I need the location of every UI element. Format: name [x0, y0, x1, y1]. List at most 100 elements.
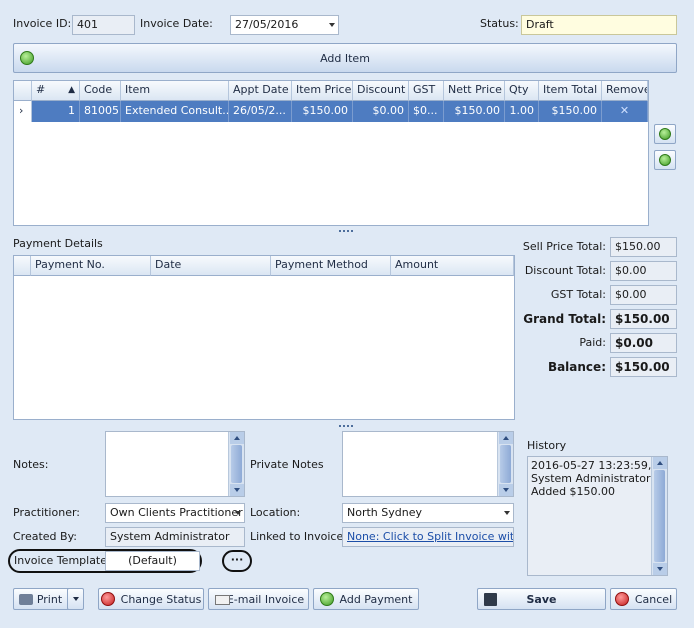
- column-header-gst[interactable]: GST: [409, 81, 444, 101]
- balance-value: $150.00: [610, 357, 677, 377]
- payment-grid[interactable]: Payment No. Date Payment Method Amount: [13, 255, 515, 420]
- add-payment-button[interactable]: Add Payment: [313, 588, 419, 610]
- invoice-date-value: 27/05/2016: [235, 18, 299, 31]
- cancel-label: Cancel: [634, 592, 673, 606]
- cell-gst: $0...: [409, 101, 444, 122]
- items-grid[interactable]: # ▲ Code Item Appt Date Item Price Disco…: [13, 80, 649, 226]
- scroll-up-icon[interactable]: [499, 432, 513, 444]
- status-icon: [100, 592, 115, 606]
- splitter-bottom[interactable]: [12, 424, 679, 428]
- chevron-down-icon[interactable]: [329, 23, 335, 27]
- invoice-template-label: Invoice Template:: [14, 554, 111, 567]
- change-status-label: Change Status: [120, 592, 202, 606]
- chevron-down-icon[interactable]: [235, 511, 241, 515]
- save-button[interactable]: Save: [477, 588, 606, 610]
- notes-scrollbar[interactable]: [228, 432, 244, 496]
- private-notes-scrollbar[interactable]: [497, 432, 513, 496]
- cell-num: 1: [32, 101, 80, 122]
- move-down-button[interactable]: [654, 150, 676, 170]
- discount-total-value: $0.00: [610, 261, 677, 281]
- gst-total-label: GST Total:: [550, 288, 606, 301]
- email-invoice-label: E-mail Invoice: [226, 592, 305, 606]
- arrow-down-icon: [659, 154, 671, 166]
- chevron-down-icon: [72, 597, 79, 601]
- cell-nett-price: $150.00: [444, 101, 505, 122]
- status-field: Draft: [521, 15, 677, 35]
- practitioner-select[interactable]: Own Clients Practitioner: [105, 503, 245, 523]
- save-label: Save: [526, 592, 557, 606]
- sell-price-total-label: Sell Price Total:: [522, 240, 606, 253]
- envelope-icon: [215, 595, 230, 605]
- column-header-item-price[interactable]: Item Price: [292, 81, 353, 101]
- column-header-payment-method[interactable]: Payment Method: [271, 256, 391, 276]
- change-status-button[interactable]: Change Status: [98, 588, 204, 610]
- column-header-nett-price[interactable]: Nett Price: [444, 81, 505, 101]
- invoice-date-label: Invoice Date:: [140, 17, 213, 30]
- history-scrollbar[interactable]: [651, 457, 667, 575]
- column-header-qty[interactable]: Qty: [505, 81, 539, 101]
- location-select[interactable]: North Sydney: [342, 503, 514, 523]
- history-line: 2016-05-27 13:23:59,: [531, 459, 652, 472]
- cell-item-price: $150.00: [292, 101, 353, 122]
- arrow-up-icon: [659, 128, 671, 140]
- move-up-button[interactable]: [654, 124, 676, 144]
- add-icon: [319, 592, 334, 606]
- email-invoice-button[interactable]: E-mail Invoice: [208, 588, 309, 610]
- column-header-payment-no[interactable]: Payment No.: [31, 256, 151, 276]
- printer-icon: [19, 594, 33, 605]
- paid-label: Paid:: [579, 336, 606, 349]
- private-notes-label: Private Notes: [250, 458, 324, 471]
- notes-textarea[interactable]: [105, 431, 245, 497]
- splitter-top[interactable]: [12, 229, 679, 233]
- created-by-field: System Administrator: [105, 527, 245, 547]
- column-header-discount[interactable]: Discount: [353, 81, 409, 101]
- grand-total-label: Grand Total:: [523, 312, 606, 326]
- scroll-up-icon[interactable]: [230, 432, 244, 444]
- grand-total-value: $150.00: [610, 309, 677, 329]
- private-notes-textarea[interactable]: [342, 431, 514, 497]
- invoice-date-picker[interactable]: 27/05/2016: [230, 15, 339, 35]
- cell-discount: $0.00: [353, 101, 409, 122]
- practitioner-label: Practitioner:: [13, 506, 80, 519]
- cell-code: 81005: [80, 101, 121, 122]
- column-header-appt-date[interactable]: Appt Date: [229, 81, 292, 101]
- add-item-button[interactable]: Add Item: [13, 43, 677, 73]
- grip-icon: [338, 230, 353, 232]
- scroll-down-icon[interactable]: [499, 484, 513, 496]
- cell-item-total: $150.00: [539, 101, 602, 122]
- sell-price-total-value: $150.00: [610, 237, 677, 257]
- location-value: North Sydney: [347, 506, 422, 519]
- scroll-thumb[interactable]: [231, 445, 242, 483]
- column-header-item[interactable]: Item: [121, 81, 229, 101]
- history-title: History: [527, 439, 567, 452]
- print-button[interactable]: Print: [13, 588, 70, 610]
- practitioner-value: Own Clients Practitioner: [110, 506, 243, 519]
- split-invoice-link[interactable]: None: Click to Split Invoice with ...: [342, 527, 514, 547]
- cancel-button[interactable]: Cancel: [610, 588, 677, 610]
- column-header-code[interactable]: Code: [80, 81, 121, 101]
- history-box[interactable]: 2016-05-27 13:23:59, System Administrato…: [527, 456, 668, 576]
- column-header-label: #: [36, 83, 46, 96]
- notes-label: Notes:: [13, 458, 49, 471]
- scroll-up-icon[interactable]: [653, 457, 667, 469]
- scroll-down-icon[interactable]: [653, 563, 667, 575]
- invoice-id-label: Invoice ID:: [13, 17, 72, 30]
- template-browse-button[interactable]: ···: [222, 550, 252, 572]
- column-header-remove[interactable]: Remove: [602, 81, 648, 101]
- remove-icon[interactable]: ✕: [602, 101, 648, 122]
- column-header-date[interactable]: Date: [151, 256, 271, 276]
- print-dropdown-button[interactable]: [67, 588, 84, 610]
- row-selector-icon[interactable]: ›: [14, 101, 32, 122]
- scroll-thumb[interactable]: [500, 445, 511, 483]
- location-label: Location:: [250, 506, 301, 519]
- history-line: Added $150.00: [531, 485, 616, 498]
- scroll-down-icon[interactable]: [230, 484, 244, 496]
- column-header-item-total[interactable]: Item Total: [539, 81, 602, 101]
- history-text: 2016-05-27 13:23:59, System Administrato…: [531, 459, 654, 498]
- scroll-thumb[interactable]: [654, 470, 665, 562]
- column-header-amount[interactable]: Amount: [391, 256, 514, 276]
- balance-label: Balance:: [547, 360, 606, 374]
- chevron-down-icon[interactable]: [504, 511, 510, 515]
- column-header-num[interactable]: # ▲: [32, 81, 80, 101]
- invoice-template-field[interactable]: (Default): [105, 551, 200, 571]
